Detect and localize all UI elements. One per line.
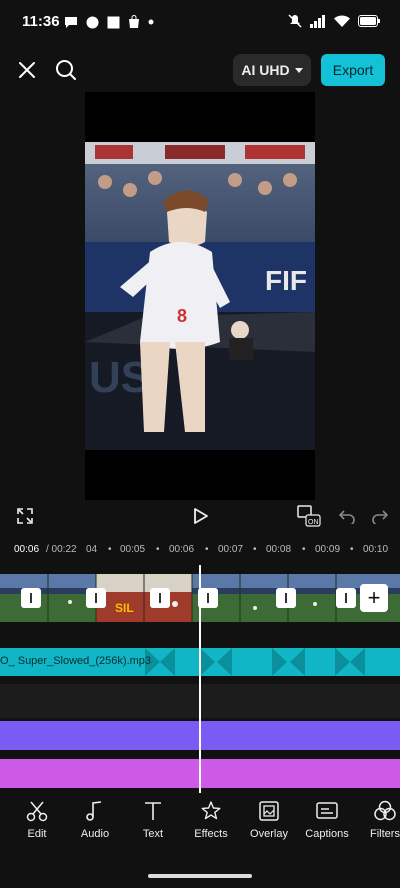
timeline-ruler[interactable]: 00:06 / 00:22 04 • 00:05 • 00:06 • 00:07… — [0, 540, 400, 560]
tool-text[interactable]: Text — [124, 800, 182, 840]
undo-button[interactable] — [337, 506, 357, 526]
video-frame-image: FIF US 8 — [85, 142, 315, 450]
home-indicator[interactable] — [148, 874, 252, 878]
video-preview[interactable]: FIF US 8 — [85, 92, 315, 500]
chat-bubble-icon — [65, 16, 77, 28]
ruler-tick: 00:06 — [169, 544, 195, 555]
search-button[interactable] — [53, 57, 79, 83]
tool-label: Audio — [80, 828, 110, 840]
ruler-tick: 00:07 — [218, 544, 244, 555]
tool-label: Effects — [194, 828, 228, 840]
preview-on-icon: ON — [297, 505, 321, 527]
tool-effects[interactable]: Effects — [182, 800, 240, 840]
clip-transition-handle[interactable] — [336, 588, 356, 608]
bottom-toolbar: Edit Audio Text Effects Overlay Captions… — [0, 800, 400, 860]
circle-icon — [86, 16, 99, 28]
clip-transition-handle[interactable] — [86, 588, 106, 608]
shopping-bag-icon — [129, 15, 139, 28]
redo-icon — [372, 510, 388, 524]
tool-captions[interactable]: Captions — [298, 800, 356, 840]
current-time: 00:06 — [14, 544, 40, 555]
tool-edit[interactable]: Edit — [8, 800, 66, 840]
svg-text:ON: ON — [308, 519, 319, 526]
effects-star-icon — [201, 801, 221, 820]
play-button[interactable] — [190, 505, 212, 527]
export-button[interactable]: Export — [321, 54, 385, 86]
redo-button[interactable] — [370, 506, 390, 526]
clip-transition-handle[interactable] — [21, 588, 41, 608]
fullscreen-button[interactable] — [14, 505, 36, 527]
add-clip-button[interactable]: + — [360, 584, 388, 612]
close-button[interactable] — [14, 57, 40, 83]
quality-label: AI UHD — [241, 62, 290, 78]
captions-icon — [316, 802, 338, 819]
ruler-dot: • — [302, 544, 306, 555]
audio-clip-name: O_ Super_Slowed_(256k).mp3 — [0, 655, 152, 667]
undo-icon — [339, 510, 355, 524]
tool-overlay[interactable]: Overlay — [240, 800, 298, 840]
ruler-dot: • — [253, 544, 257, 555]
total-time: / 00:22 — [46, 544, 77, 555]
quality-dropdown[interactable]: AI UHD — [233, 54, 311, 86]
play-icon — [194, 508, 208, 524]
ruler-tick: 04 — [86, 544, 98, 555]
ruler-dot: • — [205, 544, 209, 555]
search-icon — [56, 60, 76, 80]
close-icon — [19, 62, 35, 78]
filters-icon — [374, 800, 396, 821]
cellular-signal-icon — [310, 14, 325, 28]
ruler-dot: • — [108, 544, 112, 555]
tool-label: Overlay — [250, 828, 288, 840]
music-note-icon — [86, 801, 102, 821]
battery-icon — [358, 15, 380, 27]
ruler-tick: 00:10 — [363, 544, 389, 555]
wifi-icon — [334, 15, 350, 27]
clip-transition-handle[interactable] — [150, 588, 170, 608]
tool-label: Filters — [370, 828, 400, 840]
svg-text:SIL: SIL — [115, 601, 134, 615]
clip-transition-handle[interactable] — [276, 588, 296, 608]
status-right-icons — [288, 14, 380, 28]
tool-label: Edit — [27, 828, 47, 840]
ruler-dot: • — [156, 544, 160, 555]
playhead[interactable] — [199, 565, 201, 793]
tool-filters[interactable]: Filters — [356, 800, 400, 840]
clip-transition-handle[interactable] — [198, 588, 218, 608]
fullscreen-icon — [17, 508, 33, 524]
square-icon — [107, 16, 120, 28]
caret-down-icon — [294, 67, 303, 73]
status-bar: 11:36 — [0, 0, 400, 44]
overlay-icon — [259, 801, 279, 821]
banner-text: FIF — [265, 265, 307, 296]
tool-label: Text — [142, 828, 164, 840]
ruler-tick: 00:08 — [266, 544, 292, 555]
ruler-tick: 00:09 — [315, 544, 341, 555]
status-left-icons — [64, 15, 154, 29]
jersey-number: 8 — [177, 306, 187, 326]
tool-label: Captions — [305, 828, 349, 840]
ruler-tick: 00:05 — [120, 544, 146, 555]
mute-icon — [288, 14, 302, 28]
tool-audio[interactable]: Audio — [66, 800, 124, 840]
ruler-dot: • — [350, 544, 354, 555]
preview-toggle-button[interactable]: ON — [296, 505, 322, 527]
text-icon — [145, 802, 161, 820]
status-time: 11:36 — [22, 13, 60, 30]
dot-icon — [148, 19, 154, 25]
scissors-icon — [26, 801, 48, 822]
